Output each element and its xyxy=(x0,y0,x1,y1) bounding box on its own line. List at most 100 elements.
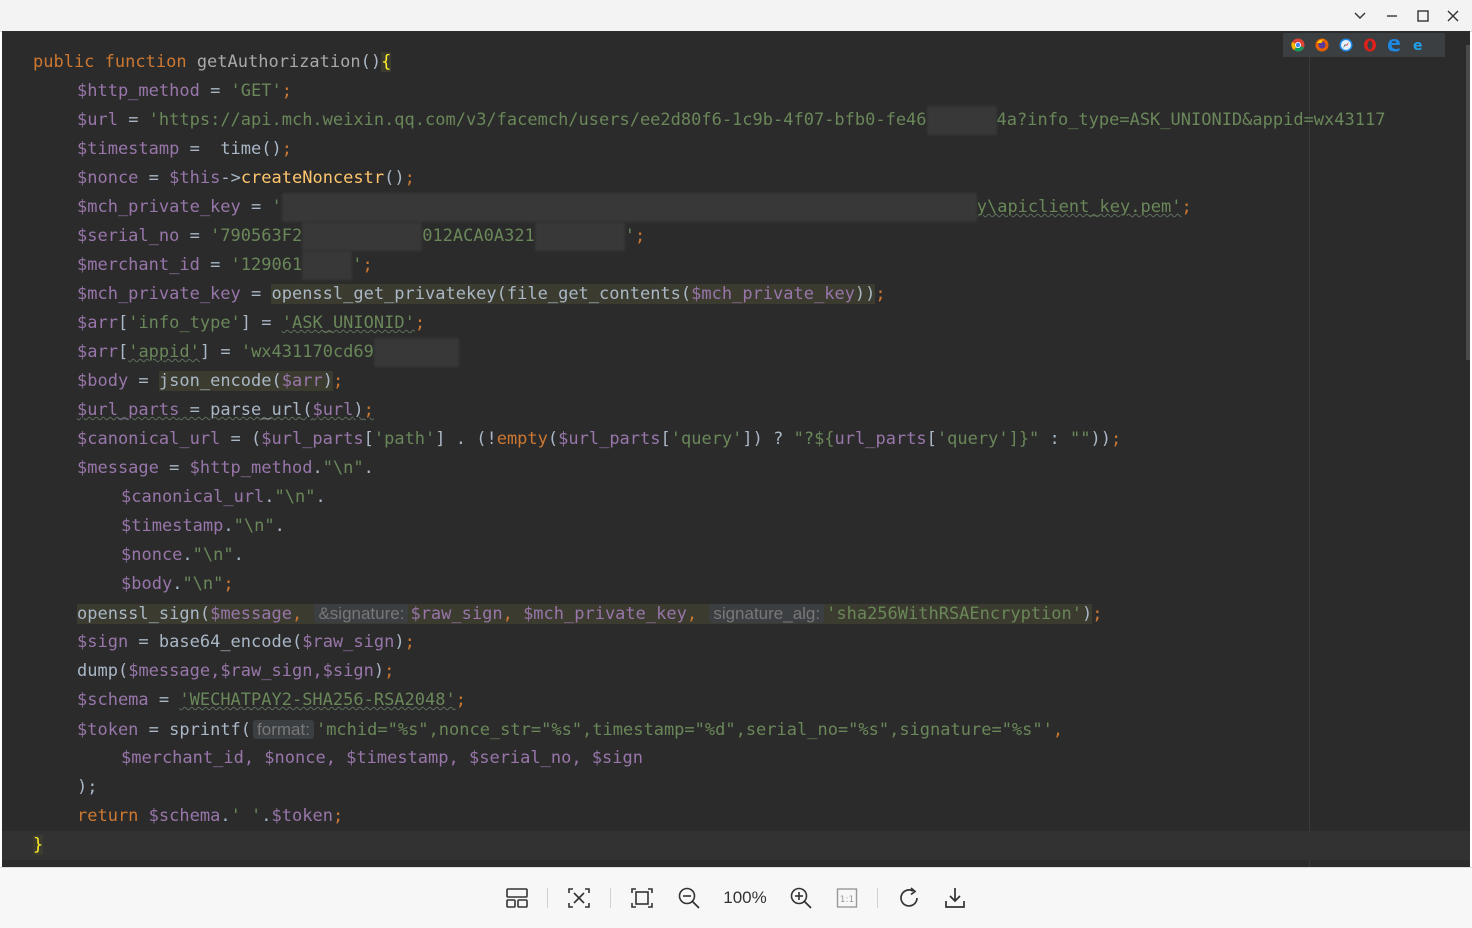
chevron-down-icon[interactable] xyxy=(1347,5,1373,27)
code-token: = xyxy=(138,168,170,188)
code-token: $token xyxy=(77,720,139,740)
code-token: ' ' xyxy=(230,806,262,826)
code-token: ); xyxy=(77,777,98,797)
code-token: $schema xyxy=(148,806,221,826)
code-token: ) xyxy=(394,632,405,652)
code-token: $http_method xyxy=(77,81,200,101)
code-token: ] . (! xyxy=(435,429,497,449)
code-token: "?${ xyxy=(793,429,835,449)
code-token: return xyxy=(77,806,139,826)
code-token: . xyxy=(223,516,234,536)
code-line: $mch_private_key = openssl_get_privateke… xyxy=(2,280,1470,309)
code-token: createNoncestr xyxy=(240,168,385,188)
code-token: file_get_contents xyxy=(506,284,681,304)
code-line: } xyxy=(2,831,1470,860)
code-token: = xyxy=(148,690,180,710)
code-token: $message xyxy=(77,458,159,478)
thumbnail-layout-icon[interactable] xyxy=(503,884,531,912)
fit-to-window-icon[interactable] xyxy=(565,884,593,912)
code-token: { xyxy=(381,52,392,72)
code-token: $arr xyxy=(77,342,118,362)
code-token: $body xyxy=(121,574,173,594)
code-line: $arr['info_type'] = 'ASK_UNIONID'; xyxy=(2,309,1470,338)
code-token: 'appid' xyxy=(128,342,200,362)
code-token: openssl_sign xyxy=(77,604,200,624)
code-token: . xyxy=(315,487,326,507)
code-token: $url_parts xyxy=(77,400,180,420)
code-token: [ xyxy=(117,313,129,333)
code-line: $timestamp."\n". xyxy=(2,512,1470,541)
code-token: ) xyxy=(1082,604,1093,624)
code-token: 'query' xyxy=(936,429,1009,449)
code-line: $serial_no = '790563F2xx012ACA0A321xx'; xyxy=(2,222,1470,251)
code-token: ' xyxy=(624,226,636,246)
code-token: = xyxy=(251,313,282,333)
code-token: ; xyxy=(363,400,374,420)
code-token: . xyxy=(172,574,183,594)
zoom-out-icon[interactable] xyxy=(675,884,703,912)
code-line: $canonical_url."\n". xyxy=(2,483,1470,512)
code-token: -> xyxy=(220,168,241,188)
code-token: = xyxy=(138,720,170,740)
code-token: $canonical_url xyxy=(121,487,265,507)
code-line: dump($message,$raw_sign,$sign); xyxy=(2,657,1470,686)
redacted-region: xx xyxy=(281,193,977,222)
code-token: "\n" xyxy=(233,516,275,536)
code-token: $token xyxy=(271,806,333,826)
code-token: () xyxy=(360,52,382,72)
original-size-icon[interactable] xyxy=(628,884,656,912)
code-token: , xyxy=(686,604,708,624)
rotate-icon[interactable] xyxy=(895,884,923,912)
download-icon[interactable] xyxy=(941,884,969,912)
code-token: $url_parts xyxy=(558,429,661,449)
code-token: () xyxy=(384,168,405,188)
code-token: public xyxy=(33,52,95,72)
code-token: ; xyxy=(455,690,466,710)
code-token: $timestamp xyxy=(77,139,180,159)
close-button[interactable] xyxy=(1440,5,1466,27)
code-token: json_encode xyxy=(158,371,272,391)
code-token: ; xyxy=(332,371,344,391)
viewer-toolbar: 100% 1:1 xyxy=(0,867,1472,928)
code-token: )) xyxy=(854,284,876,304)
code-line: public function getAuthorization(){ xyxy=(2,48,1470,77)
code-line: $body."\n"; xyxy=(2,570,1470,599)
code-token: ] xyxy=(199,342,211,362)
code-token: 'mchid="%s",nonce_str="%s",timestamp="%d… xyxy=(315,720,1053,740)
code-token: ; xyxy=(404,168,415,188)
code-token: , xyxy=(502,604,524,624)
code-token: $mch_private_key xyxy=(77,284,241,304)
code-token: ( xyxy=(117,661,129,681)
minimize-button[interactable] xyxy=(1379,5,1405,27)
code-token: ; xyxy=(635,226,646,246)
code-token: )) xyxy=(1090,429,1111,449)
zoom-in-icon[interactable] xyxy=(787,884,815,912)
code-token: ; xyxy=(281,81,292,101)
window-titlebar xyxy=(0,0,1472,32)
maximize-button[interactable] xyxy=(1410,5,1436,27)
actual-size-icon[interactable]: 1:1 xyxy=(833,884,861,912)
code-line: $sign = base64_encode($raw_sign); xyxy=(2,628,1470,657)
code-line: ); xyxy=(2,773,1470,802)
code-token: ' xyxy=(352,255,363,275)
code-token: 012ACA0A321 xyxy=(422,226,535,246)
code-token: $url xyxy=(312,400,354,420)
code-token: ; xyxy=(414,313,426,333)
code-line: $arr['appid'] = 'wx431170cd69xx xyxy=(2,338,1470,367)
code-token: [ xyxy=(660,429,671,449)
redacted-region: xx xyxy=(373,338,459,367)
code-token: = xyxy=(179,139,221,159)
code-token: '790563F2 xyxy=(210,226,303,246)
code-token: [ xyxy=(926,429,937,449)
code-token: = xyxy=(179,226,211,246)
code-token: $merchant_id xyxy=(77,255,200,275)
parameter-hint: format: xyxy=(253,720,314,739)
code-token: = xyxy=(210,342,241,362)
code-token: $arr xyxy=(77,313,118,333)
code-token: 'sha256WithRSAEncryption' xyxy=(826,604,1082,624)
code-token: } xyxy=(33,835,44,855)
code-token: ; xyxy=(384,661,395,681)
code-token: ) xyxy=(373,661,385,681)
parameter-hint: &signature: xyxy=(314,604,409,623)
code-token: getAuthorization xyxy=(196,52,361,72)
